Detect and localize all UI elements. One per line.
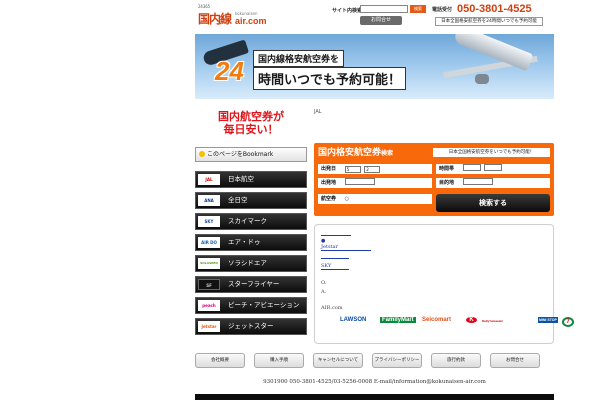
hero-headline-line1: 国内線格安航空券を [253,50,345,67]
origin-row: 出発地 [318,178,432,188]
departure-date-label: 出発日 [321,166,337,172]
info-divider [321,258,349,259]
airline-label: ソラシドエア [228,259,267,267]
skymark-logo-icon: SKY [198,216,220,227]
airline-item-ana[interactable]: ANA 全日空 [195,192,307,209]
logo-domain[interactable]: air.com [235,16,267,26]
footer-link-privacy[interactable]: プライバシーポリシー [372,353,422,368]
convenience-store-logos: LAWSON FamilyMart Seicomart K DailyYamaz… [340,310,580,336]
info-text-a: A. [321,289,327,295]
bookmark-label: このページをBookmark [207,151,274,158]
airline-label: スカイマーク [228,217,267,225]
airline-label: 全日空 [228,196,248,204]
footer-link-purchase-steps[interactable]: 購入手順 [254,353,304,368]
airline-item-airdo[interactable]: AIR DO エア・ドゥ [195,234,307,251]
inquiry-button[interactable]: お問合せ [360,16,402,25]
familymart-logo: FamilyMart [380,317,416,323]
footer-link-cancellation[interactable]: キャンセルについて [313,353,363,368]
time-row: 時間帯 [436,164,550,174]
jetstar-logo-icon: Jetstar [198,321,220,332]
airline-radio[interactable]: ○ [345,196,349,202]
flight-search-button[interactable]: 検索する [436,194,550,212]
airline-label: スターフライヤー [228,280,280,288]
airline-item-solaseed[interactable]: SOLASEED ソラシドエア [195,255,307,272]
info-divider [321,235,351,236]
site-search-label: サイト内検索 [332,8,363,14]
footer-contact-text: 9301900 050-3801-4525/03-5256-0008 E-mai… [263,379,486,385]
footer-link-terms[interactable]: 旅行約款 [431,353,481,368]
info-text-o: O. [321,280,327,286]
time-label: 時間帯 [439,166,455,172]
destination-label: 目的地 [439,180,455,186]
bookmark-button[interactable]: このページをBookmark [195,147,307,162]
circle-k-logo: K [466,317,477,323]
jal-small-text: JAL [314,109,322,115]
peach-logo-icon: peach [198,300,220,311]
airline-item-peach[interactable]: peach ピーチ・アビエーション [195,297,307,314]
site-header: 24365 国内線 kokunaisen air.com サイト内検索 検索 お… [195,0,555,32]
hero-banner: 国内線格安航空券を 24 時間いつでも予約可能！ [195,34,554,99]
destination-select[interactable] [462,178,493,185]
departure-day-select[interactable]: 2 [364,166,381,173]
hero-24-number: 24 [215,56,244,86]
departure-date-row: 出発日 5 2 [318,164,432,174]
departure-month-select[interactable]: 5 [344,166,361,173]
airline-row: 航空券 ○ [318,194,432,204]
airline-label: ピーチ・アビエーション [228,301,300,309]
logo-tagline: 24365 [198,4,211,9]
solaseed-logo-icon: SOLASEED [198,258,220,269]
promo-banner[interactable]: 国内航空券が 毎日安い！ [205,110,297,137]
time-end-select[interactable] [484,164,503,171]
daily-yamazaki-logo: DailyYamazaki [482,319,503,323]
footer-bar [195,394,554,400]
airline-item-skymark[interactable]: SKY スカイマーク [195,213,307,230]
search-title-suffix: 検索 [381,150,394,157]
hero-headline-line2: 時間いつでも予約可能！ [253,67,407,90]
promo-line2: 毎日安い！ [223,123,279,136]
airline-label: 日本航空 [228,175,254,183]
starflyer-logo-icon: SF [198,279,220,290]
lawson-logo: LAWSON [340,317,367,323]
airline-label: ジェットスター [228,322,274,330]
search-panel-note: 日本全国格安航空券をいつでも予約可能！ [433,148,550,157]
destination-row: 目的地 [436,178,550,188]
footer-link-company[interactable]: 会社概要 [195,353,245,368]
airline-filter-label: 航空券 [321,196,337,202]
airline-item-jal[interactable]: JAL 日本航空 [195,171,307,188]
info-divider [321,269,349,270]
jal-logo-icon: JAL [198,174,220,185]
airplane-engine-graphic [475,74,489,84]
phone-number: 050-3801-4525 [457,3,532,15]
airline-list: JAL 日本航空 ANA 全日空 SKY スカイマーク AIR DO エア・ドゥ… [195,171,307,339]
airdo-logo-icon: AIR DO [198,237,220,248]
flight-search-panel: 国内格安航空券検索 日本全国格安航空券をいつでも予約可能！ 出発日 5 2 時間… [314,143,554,216]
airline-item-starflyer[interactable]: SF スターフライヤー [195,276,307,293]
star-icon [199,151,205,157]
phone-note: 日本全国格安航空券を24時間いつでも予約可能 [435,17,543,26]
promo-line1: 国内航空券が [218,110,284,123]
seven-eleven-logo: 7 [562,317,574,327]
search-title-text: 国内格安航空券 [318,148,382,158]
info-divider [321,250,371,251]
ministop-logo: MINI STOP [538,317,558,323]
search-panel-title: 国内格安航空券検索 [318,145,393,158]
airline-item-jetstar[interactable]: Jetstar ジェットスター [195,318,307,335]
origin-label: 出発地 [321,180,337,186]
footer-nav: 会社概要 購入手順 キャンセルについて プライバシーポリシー 旅行約款 お問合せ [195,353,554,369]
time-start-select[interactable] [462,164,481,171]
site-logo[interactable]: 国内線 [198,10,232,27]
ana-logo-icon: ANA [198,195,220,206]
airline-label: エア・ドゥ [228,238,261,246]
site-search-input[interactable] [360,5,408,13]
footer-link-contact[interactable]: お問合せ [490,353,540,368]
seicomart-logo: Seicomart [422,317,452,323]
site-search-button[interactable]: 検索 [410,5,426,13]
origin-select[interactable] [344,178,375,185]
phone-label: 電話受付 [432,7,453,13]
